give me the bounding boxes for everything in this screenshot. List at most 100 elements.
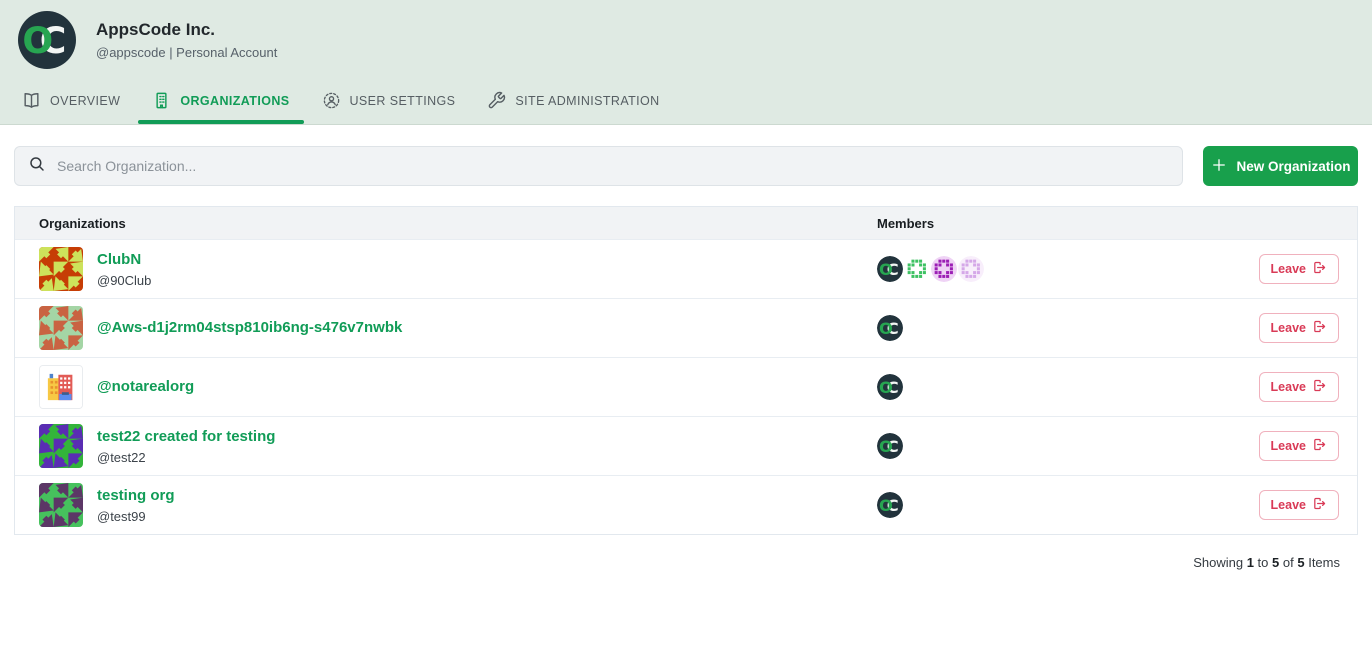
member-avatar-appscode[interactable]: C O — [877, 256, 903, 282]
table-row: test22 created for testing @test22 C O L… — [15, 416, 1357, 475]
member-avatar-appscode[interactable]: C O — [877, 315, 903, 341]
showing-suffix: Items — [1308, 555, 1340, 570]
tab-user-settings[interactable]: USER SETTINGS — [308, 77, 470, 124]
showing-to: 5 — [1272, 555, 1279, 570]
action-cell: Leave — [1207, 490, 1357, 520]
leave-button[interactable]: Leave — [1259, 431, 1339, 461]
profile-section: C O AppsCode Inc. @appscode | Personal A… — [0, 0, 1372, 77]
svg-text:O: O — [22, 19, 53, 62]
plus-icon — [1210, 156, 1228, 177]
account-subtitle: @appscode | Personal Account — [96, 45, 277, 60]
organization-cell: @notarealorg — [15, 365, 877, 409]
member-avatar[interactable] — [904, 256, 930, 282]
tab-label: USER SETTINGS — [350, 94, 456, 108]
organization-handle: @test99 — [97, 509, 175, 524]
tab-organizations[interactable]: ORGANIZATIONS — [138, 77, 303, 124]
new-organization-label: New Organization — [1236, 159, 1350, 174]
tab-label: OVERVIEW — [50, 94, 120, 108]
leave-button[interactable]: Leave — [1259, 490, 1339, 520]
logout-icon — [1312, 496, 1327, 514]
members-cell: C O — [877, 315, 1207, 341]
showing-to-word: to — [1258, 555, 1269, 570]
organization-avatar — [39, 365, 83, 409]
tab-label: SITE ADMINISTRATION — [515, 94, 659, 108]
svg-text:O: O — [879, 319, 893, 338]
leave-label: Leave — [1271, 439, 1306, 453]
table-header: Organizations Members — [15, 207, 1357, 239]
new-organization-button[interactable]: New Organization — [1203, 146, 1358, 186]
svg-text:O: O — [879, 437, 893, 456]
leave-label: Leave — [1271, 498, 1306, 512]
table-row: @Aws-d1j2rm04stsp810ib6ng-s476v7nwbk C O… — [15, 298, 1357, 357]
organization-name-link[interactable]: testing org — [97, 487, 175, 504]
organization-avatar — [39, 424, 83, 468]
tab-bar: OVERVIEW ORGANIZATIONS USER SETTINGS SIT… — [0, 77, 1372, 124]
tab-site-administration[interactable]: SITE ADMINISTRATION — [473, 77, 673, 124]
showing-from: 1 — [1247, 555, 1254, 570]
action-cell: Leave — [1207, 313, 1357, 343]
leave-button[interactable]: Leave — [1259, 313, 1339, 343]
action-cell: Leave — [1207, 372, 1357, 402]
tab-overview[interactable]: OVERVIEW — [8, 77, 134, 124]
tab-label: ORGANIZATIONS — [180, 94, 289, 108]
appscode-logo: C O — [18, 11, 76, 69]
leave-label: Leave — [1271, 380, 1306, 394]
leave-button[interactable]: Leave — [1259, 372, 1339, 402]
organization-name-link[interactable]: ClubN — [97, 251, 141, 268]
svg-text:O: O — [879, 496, 893, 515]
showing-of-word: of — [1283, 555, 1294, 570]
member-avatar[interactable] — [931, 256, 957, 282]
building-icon — [152, 91, 171, 110]
action-cell: Leave — [1207, 254, 1357, 284]
member-avatar-appscode[interactable]: C O — [877, 374, 903, 400]
pagination-summary: Showing 1 to 5 of 5 Items — [14, 535, 1358, 570]
logout-icon — [1312, 437, 1327, 455]
svg-text:O: O — [879, 260, 893, 279]
organization-cell: @Aws-d1j2rm04stsp810ib6ng-s476v7nwbk — [15, 306, 877, 350]
table-row: ClubN @90Club C O Leave — [15, 239, 1357, 298]
organization-avatar — [39, 247, 83, 291]
organization-handle: @90Club — [97, 273, 151, 288]
organization-cell: testing org @test99 — [15, 483, 877, 527]
account-title: AppsCode Inc. — [96, 20, 277, 40]
column-header-organizations: Organizations — [15, 216, 877, 231]
organization-name-link[interactable]: @notarealorg — [97, 378, 194, 395]
leave-label: Leave — [1271, 321, 1306, 335]
members-cell: C O — [877, 374, 1207, 400]
organization-avatar — [39, 483, 83, 527]
logout-icon — [1312, 378, 1327, 396]
table-row: @notarealorg C O Leave — [15, 357, 1357, 416]
organizations-table: Organizations Members ClubN @90Club C O … — [14, 206, 1358, 535]
organization-cell: ClubN @90Club — [15, 247, 877, 291]
table-row: testing org @test99 C O Leave — [15, 475, 1357, 534]
leave-button[interactable]: Leave — [1259, 254, 1339, 284]
user-settings-icon — [322, 91, 341, 110]
search-input[interactable] — [57, 158, 1169, 174]
search-box[interactable] — [14, 146, 1183, 186]
showing-total: 5 — [1297, 555, 1304, 570]
toolbar: New Organization — [14, 146, 1358, 186]
member-avatar[interactable] — [958, 256, 984, 282]
leave-label: Leave — [1271, 262, 1306, 276]
organization-name-link[interactable]: test22 created for testing — [97, 428, 275, 445]
members-cell: C O — [877, 256, 1207, 282]
organization-name-link[interactable]: @Aws-d1j2rm04stsp810ib6ng-s476v7nwbk — [97, 319, 402, 336]
book-icon — [22, 91, 41, 110]
action-cell: Leave — [1207, 431, 1357, 461]
member-avatar-appscode[interactable]: C O — [877, 492, 903, 518]
members-cell: C O — [877, 492, 1207, 518]
organization-avatar — [39, 306, 83, 350]
main-content: New Organization Organizations Members C… — [0, 125, 1372, 570]
showing-prefix: Showing — [1193, 555, 1243, 570]
search-icon — [28, 155, 46, 178]
wrench-icon — [487, 91, 506, 110]
logout-icon — [1312, 260, 1327, 278]
organization-cell: test22 created for testing @test22 — [15, 424, 877, 468]
logout-icon — [1312, 319, 1327, 337]
column-header-members: Members — [877, 216, 1207, 231]
account-header: C O AppsCode Inc. @appscode | Personal A… — [0, 0, 1372, 125]
member-avatar-appscode[interactable]: C O — [877, 433, 903, 459]
members-cell: C O — [877, 433, 1207, 459]
organization-handle: @test22 — [97, 450, 275, 465]
svg-text:O: O — [879, 378, 893, 397]
